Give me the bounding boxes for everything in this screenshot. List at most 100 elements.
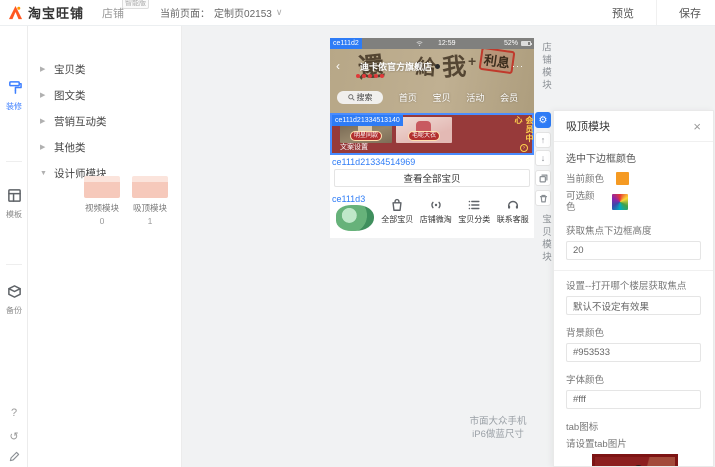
- caret-right-icon: ▶: [40, 117, 47, 125]
- move-module-down-button[interactable]: ↓: [535, 150, 551, 166]
- tree-group-imagetext[interactable]: ▶ 图文类: [40, 86, 175, 104]
- shop-title-row: ‹ 迪卡侬官方旗舰店 ···: [330, 59, 534, 73]
- battery-percent: 52%: [504, 40, 518, 47]
- caret-right-icon: ▶: [40, 91, 47, 99]
- toolbar-weitao[interactable]: 店铺微淘: [420, 198, 452, 225]
- paint-roller-icon: [7, 80, 22, 95]
- rail-item-template[interactable]: 模板: [0, 188, 28, 220]
- bg-color-label: 背景颜色: [566, 325, 701, 339]
- app-logo: 淘宝旺铺: [8, 3, 84, 22]
- optional-color-label: 可选颜色: [566, 191, 600, 213]
- toolbar-categories[interactable]: 宝贝分类: [458, 198, 490, 225]
- focus-floor-input[interactable]: [566, 296, 701, 315]
- color-picker-swatch[interactable]: [612, 194, 628, 210]
- rail-divider: [6, 264, 22, 265]
- app-header: 淘宝旺铺 店铺 智能版 当前页面： 定制页02153 ∨ 预览 保存: [0, 0, 715, 26]
- sticky-module-selected[interactable]: ce111d21334513140 明星同款 毛呢大衣 文案设置 会员中心 ›: [330, 113, 534, 155]
- trash-icon: [539, 194, 548, 203]
- shop-header-module[interactable]: 還 給 我 + 利息 ‹ 迪卡侬官方旗舰店 ··· 搜索 首页 宝贝: [330, 49, 534, 113]
- current-page-selector[interactable]: 当前页面： 定制页02153 ∨: [160, 5, 282, 20]
- save-button[interactable]: 保存: [656, 0, 715, 25]
- nav-shop[interactable]: 店铺 智能版: [102, 5, 124, 21]
- battery-icon: [521, 41, 531, 46]
- font-color-input[interactable]: [566, 390, 701, 409]
- preview-button[interactable]: 预览: [590, 0, 656, 25]
- help-icon[interactable]: ?: [0, 407, 28, 419]
- copy-module-button[interactable]: [535, 170, 551, 186]
- module-label-items: 宝贝模块: [538, 214, 552, 264]
- module-count: 0: [80, 216, 124, 226]
- designer-module-video[interactable]: 视频模块 0: [80, 176, 124, 226]
- left-rail: 装修 模板 备份 ? ↺: [0, 26, 28, 467]
- module-settings-button[interactable]: ⚙: [535, 112, 551, 128]
- rail-divider: [6, 161, 22, 162]
- border-color-section-label: 选中下边框颜色: [566, 150, 701, 165]
- divider: [554, 270, 713, 271]
- tree-group-other[interactable]: ▶ 其他类: [40, 138, 175, 156]
- close-icon[interactable]: ×: [693, 120, 701, 133]
- tab-image-hint: 请设置tab图片: [566, 436, 701, 450]
- focus-height-input[interactable]: [566, 241, 701, 260]
- shop-logo-image: [336, 205, 374, 231]
- tree-group-marketing[interactable]: ▶ 营销互动类: [40, 112, 175, 130]
- undo-icon[interactable]: ↺: [0, 430, 28, 443]
- module-thumbnail: [84, 176, 120, 198]
- view-all-items-button[interactable]: 查看全部宝贝: [334, 169, 530, 187]
- search-input[interactable]: 搜索: [337, 91, 383, 104]
- bag-icon: [390, 198, 404, 212]
- back-icon[interactable]: ‹: [336, 61, 340, 71]
- product-tab-button[interactable]: 毛呢大衣: [408, 131, 440, 141]
- edit-icon[interactable]: [0, 451, 28, 465]
- broadcast-icon: [429, 198, 443, 212]
- module-label-shop-header: 店铺模块: [538, 42, 552, 92]
- status-time: 12:59: [438, 40, 456, 47]
- gear-icon: ⚙: [539, 115, 548, 126]
- tab-home[interactable]: 首页: [399, 91, 417, 104]
- canvas-hint-text: 市面大众手机 iP6做蓝尺寸: [432, 415, 564, 441]
- tab-image-preview[interactable]: 明星同款: [592, 454, 678, 467]
- delete-module-button[interactable]: [535, 190, 551, 206]
- panel-title: 吸顶模块: [566, 118, 610, 134]
- arrow-down-icon: ↓: [541, 153, 546, 163]
- module-count: 1: [128, 216, 172, 226]
- module-id-tag[interactable]: ce111d3: [332, 194, 365, 204]
- shop-name: 迪卡侬官方旗舰店: [360, 60, 432, 73]
- current-color-swatch[interactable]: [616, 172, 629, 185]
- tab-member[interactable]: 会员: [500, 91, 518, 104]
- tab-items[interactable]: 宝贝: [433, 91, 451, 104]
- more-icon[interactable]: ···: [512, 61, 524, 71]
- phone-status-bar: ce111d2 12:59 52%: [330, 38, 534, 49]
- module-id-tag[interactable]: ce111d2: [330, 38, 362, 49]
- focus-floor-label: 设置--打开哪个楼层获取焦点: [566, 278, 701, 292]
- move-module-up-button[interactable]: ↑: [535, 132, 551, 148]
- module-id-tag[interactable]: ce111d21334513140: [332, 115, 403, 126]
- bg-color-input[interactable]: [566, 343, 701, 362]
- toolbar-all-items[interactable]: 全部宝贝: [381, 198, 413, 225]
- product-tab-button[interactable]: 明星同款: [350, 131, 382, 141]
- shop-nav-row: 搜索 首页 宝贝 活动 会员: [330, 85, 534, 109]
- focus-height-label: 获取焦点下边框高度: [566, 223, 701, 237]
- tab-activity[interactable]: 活动: [466, 91, 484, 104]
- module-caption: 文案设置: [340, 142, 368, 152]
- caret-right-icon: ▶: [40, 143, 47, 151]
- rail-item-backup[interactable]: 备份: [0, 284, 28, 316]
- tree-group-items[interactable]: ▶ 宝贝类: [40, 60, 175, 78]
- caret-right-icon: ▶: [40, 65, 47, 73]
- shop-toolbar-module[interactable]: ce111d3 全部宝贝 店铺微淘 宝贝分类: [330, 190, 534, 238]
- shop-rating-dots: [356, 74, 384, 78]
- current-page-label: 当前页面：: [160, 5, 210, 20]
- headset-icon: [506, 198, 520, 212]
- module-id-text[interactable]: ce111d21334514969: [332, 157, 415, 167]
- version-badge: 智能版: [122, 0, 149, 9]
- rail-item-decorate[interactable]: 装修: [0, 80, 28, 112]
- product-image[interactable]: 毛呢大衣: [396, 117, 452, 143]
- verified-badge-icon: [435, 64, 440, 69]
- font-color-label: 字体颜色: [566, 372, 701, 386]
- copy-icon: [539, 174, 548, 183]
- toolbar-customer-service[interactable]: 联系客服: [497, 198, 529, 225]
- wifi-icon: [416, 40, 423, 47]
- arrow-up-icon: ↑: [541, 135, 546, 145]
- member-center-link[interactable]: 会员中心 ›: [518, 116, 530, 152]
- designer-module-sticky[interactable]: 吸顶模块 1: [128, 176, 172, 226]
- module-thumbnail: [132, 176, 168, 198]
